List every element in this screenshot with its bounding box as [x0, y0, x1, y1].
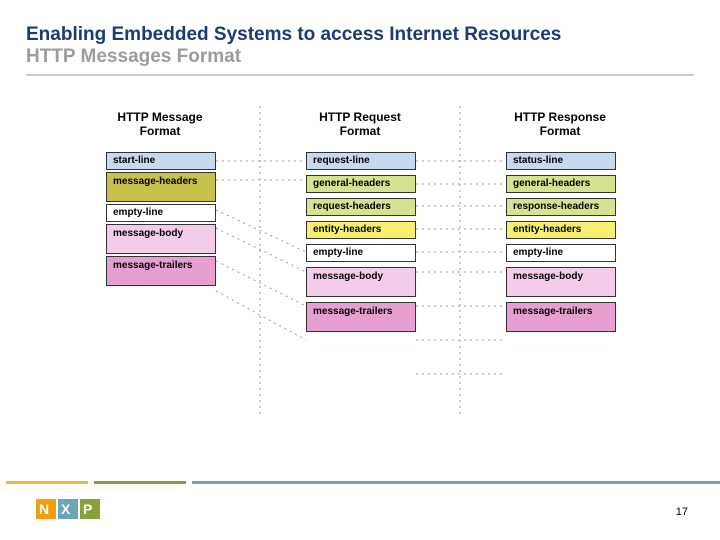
title-line2: HTTP Messages Format	[26, 46, 694, 68]
col3-entity-headers: entity-headers	[506, 221, 616, 239]
col2-message-trailers: message-trailers	[306, 302, 416, 332]
col-header-2-l2: Format	[340, 124, 381, 138]
col1-message-headers: message-headers	[106, 172, 216, 202]
col-header-2: HTTP Request Format	[290, 110, 430, 139]
svg-text:X: X	[61, 501, 71, 517]
col1-message-trailers: message-trailers	[106, 256, 216, 286]
page-number: 17	[676, 506, 688, 518]
col-header-1-l1: HTTP Message	[117, 110, 202, 124]
col3-general-headers: general-headers	[506, 175, 616, 193]
nxp-logo: N X P	[36, 495, 110, 528]
col2-entity-headers: entity-headers	[306, 221, 416, 239]
title-underline	[26, 74, 694, 76]
col-header-1-l2: Format	[140, 124, 181, 138]
col2-empty-line: empty-line	[306, 244, 416, 262]
col3-status-line: status-line	[506, 152, 616, 170]
slide-title: Enabling Embedded Systems to access Inte…	[0, 0, 720, 72]
col3-message-body: message-body	[506, 267, 616, 297]
title-line1: Enabling Embedded Systems to access Inte…	[26, 24, 694, 46]
footer-color-bars	[0, 478, 720, 486]
col-header-2-l1: HTTP Request	[319, 110, 401, 124]
footer-bar-orange	[6, 481, 88, 484]
col2-message-body: message-body	[306, 267, 416, 297]
col3-message-trailers: message-trailers	[506, 302, 616, 332]
col-header-1: HTTP Message Format	[90, 110, 230, 139]
diagram: HTTP Message Format HTTP Request Format …	[90, 106, 630, 426]
col1-start-line: start-line	[106, 152, 216, 170]
col-header-3: HTTP Response Format	[490, 110, 630, 139]
col-header-3-l1: HTTP Response	[514, 110, 606, 124]
svg-text:N: N	[39, 501, 49, 517]
col1-message-body: message-body	[106, 224, 216, 254]
col-header-3-l2: Format	[540, 124, 581, 138]
col3-response-headers: response-headers	[506, 198, 616, 216]
col3-empty-line: empty-line	[506, 244, 616, 262]
svg-text:P: P	[83, 501, 92, 517]
col2-general-headers: general-headers	[306, 175, 416, 193]
footer-bar-green	[94, 481, 186, 484]
col2-request-line: request-line	[306, 152, 416, 170]
col1-empty-line: empty-line	[106, 204, 216, 222]
footer-bar-teal	[192, 481, 720, 484]
col2-request-headers: request-headers	[306, 198, 416, 216]
